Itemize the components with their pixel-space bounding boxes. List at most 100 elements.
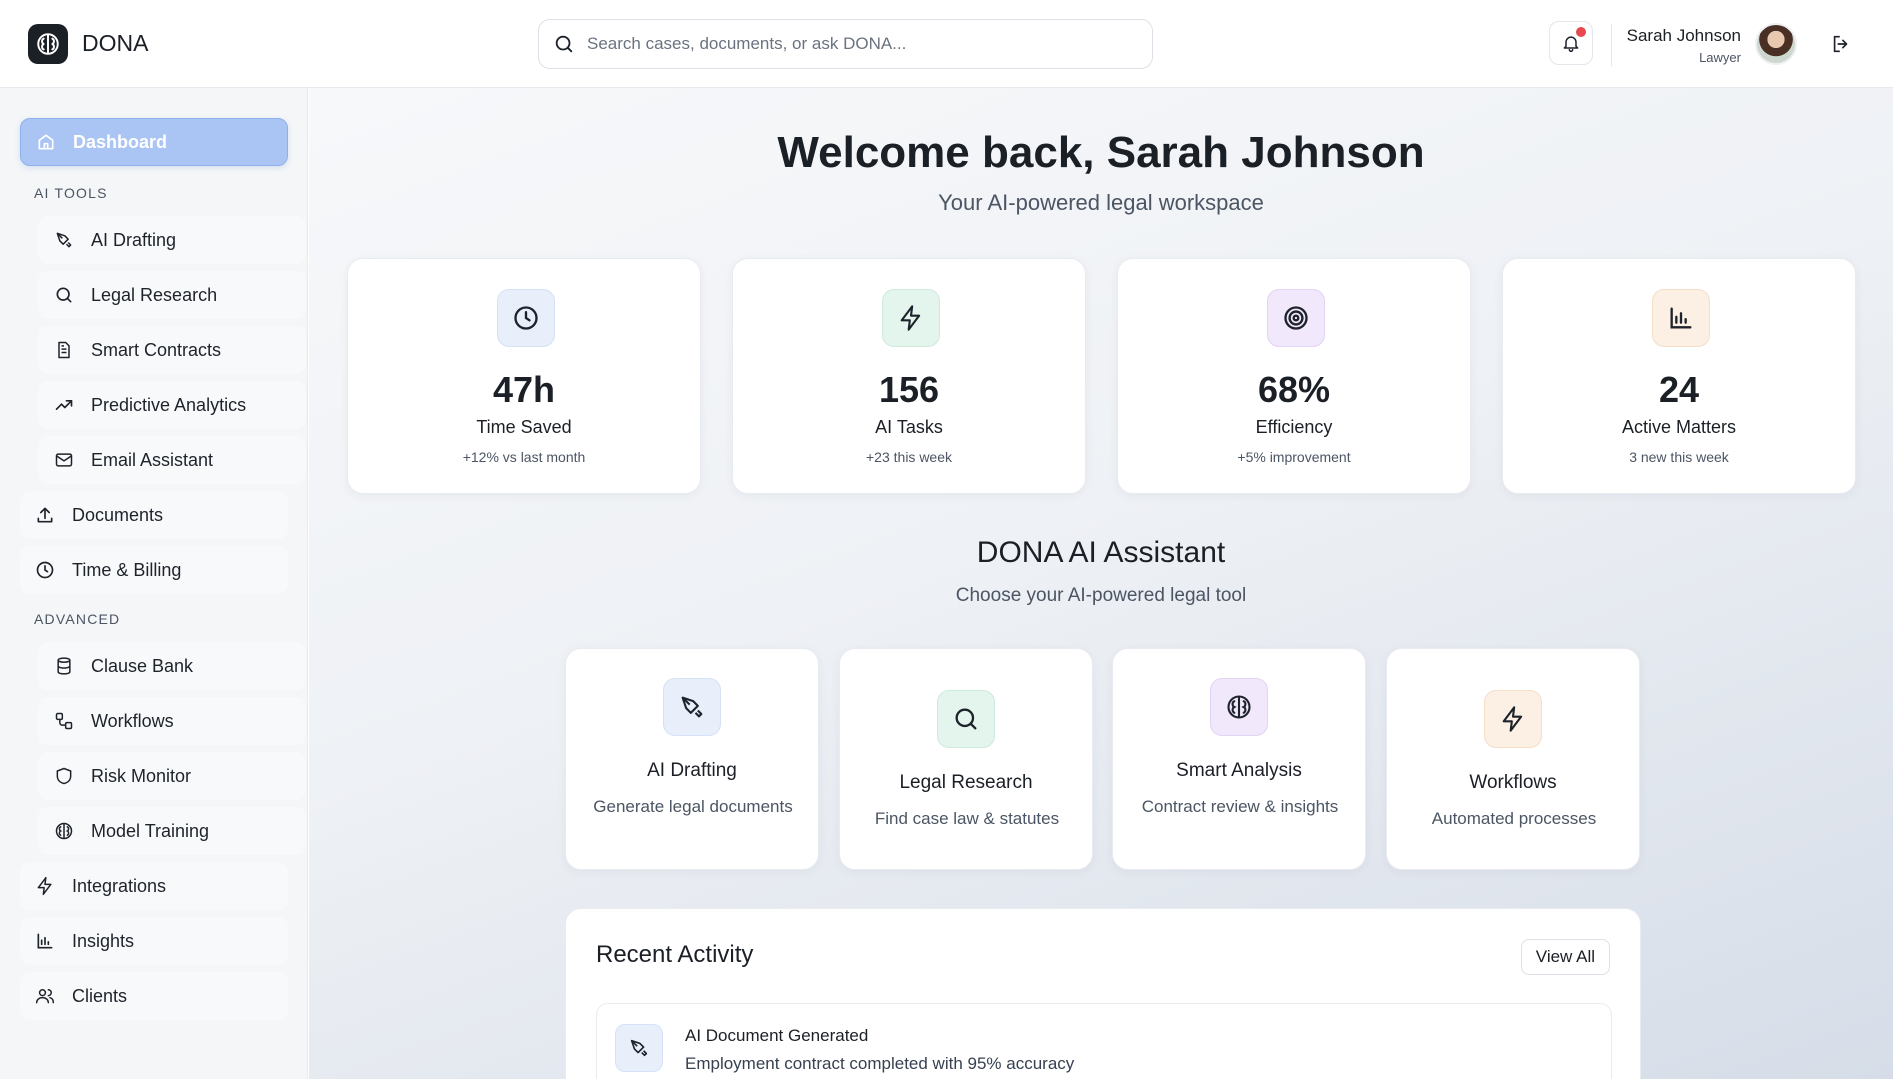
clock-icon (514, 306, 538, 330)
tool-description: Generate legal documents (593, 797, 793, 816)
sidebar-item-label: Dashboard (73, 131, 168, 152)
global-search[interactable] (538, 19, 1153, 69)
activity-title: AI Document Generated (685, 1026, 869, 1045)
sidebar-item-label: Integrations (72, 875, 167, 896)
stat-change: +12% vs last month (462, 449, 586, 465)
tool-title: AI Drafting (647, 760, 737, 781)
stat-card-active-matters: 24 Active Matters 3 new this week (1502, 258, 1856, 494)
header-divider (1611, 24, 1612, 66)
sidebar-item-legal-research[interactable]: Legal Research (38, 271, 306, 319)
logout-button[interactable] (1830, 33, 1852, 55)
section-label-advanced: ADVANCED (34, 611, 121, 627)
sidebar-item-dashboard[interactable]: Dashboard (20, 118, 288, 166)
brain-icon (1227, 695, 1251, 719)
search-icon (955, 708, 977, 730)
sidebar-item-model-training[interactable]: Model Training (38, 807, 306, 855)
trending-up-icon (55, 400, 73, 410)
stat-value: 156 (878, 369, 940, 410)
shield-icon (56, 767, 72, 785)
assistant-subtitle: Choose your AI-powered legal tool (955, 585, 1247, 606)
search-input[interactable] (587, 34, 1127, 54)
assistant-title: DONA AI Assistant (976, 536, 1226, 569)
tool-card-workflows[interactable]: Workflows Automated processes (1386, 648, 1640, 870)
recent-activity-panel: Recent Activity View All AI Document Gen… (565, 908, 1641, 1079)
upload-icon (37, 507, 53, 523)
page-title: Welcome back, Sarah Johnson (777, 128, 1425, 177)
user-name[interactable]: Sarah Johnson (1627, 26, 1741, 46)
target-icon (1284, 306, 1308, 330)
brain-icon (55, 822, 73, 840)
sidebar-item-label: Legal Research (91, 284, 218, 305)
sidebar-item-time-billing[interactable]: Time & Billing (20, 546, 288, 594)
sidebar-item-risk-monitor[interactable]: Risk Monitor (38, 752, 306, 800)
bar-chart-icon (1670, 307, 1692, 329)
notifications-button[interactable] (1549, 21, 1593, 65)
notification-dot (1576, 27, 1586, 37)
sidebar-item-email-assistant[interactable]: Email Assistant (38, 436, 306, 484)
stat-change: +5% improvement (1237, 449, 1351, 465)
sidebar-item-workflows[interactable]: Workflows (38, 697, 306, 745)
tool-title: Smart Analysis (1176, 760, 1302, 781)
sidebar-item-label: Time & Billing (72, 559, 182, 580)
bar-chart-icon (37, 933, 53, 949)
database-icon (57, 657, 71, 675)
stat-card-ai-tasks: 156 AI Tasks +23 this week (732, 258, 1086, 494)
tool-card-legal-research[interactable]: Legal Research Find case law & statutes (839, 648, 1093, 870)
activity-description: Employment contract completed with 95% a… (685, 1054, 1075, 1073)
pen-tool-icon (630, 1039, 648, 1057)
sidebar-item-label: Model Training (91, 820, 210, 841)
clock-icon (36, 561, 54, 579)
sidebar-item-clients[interactable]: Clients (20, 972, 288, 1020)
tool-title: Workflows (1469, 772, 1557, 793)
zap-icon (900, 305, 921, 331)
sidebar-item-documents[interactable]: Documents (20, 491, 288, 539)
stat-value: 47h (492, 369, 556, 410)
users-icon (35, 989, 55, 1004)
stat-change: 3 new this week (1629, 449, 1729, 465)
sidebar-item-insights[interactable]: Insights (20, 917, 288, 965)
home-icon (38, 134, 54, 150)
brand-name: DONA (82, 30, 149, 56)
avatar[interactable] (1755, 23, 1797, 65)
page-subtitle: Your AI-powered legal workspace (938, 190, 1264, 215)
sidebar-item-clause-bank[interactable]: Clause Bank (38, 642, 306, 690)
sidebar-item-integrations[interactable]: Integrations (20, 862, 288, 910)
stat-label: AI Tasks (875, 417, 943, 437)
stat-label: Efficiency (1255, 417, 1333, 437)
zap-icon (1502, 706, 1523, 732)
top-header: DONA Sarah Johnson Lawyer (0, 0, 1893, 88)
sidebar-item-label: Documents (72, 504, 164, 525)
zap-icon (37, 876, 52, 896)
sidebar-item-predictive-analytics[interactable]: Predictive Analytics (38, 381, 306, 429)
pen-tool-icon (56, 232, 72, 248)
sidebar-item-label: Smart Contracts (91, 339, 222, 360)
tool-card-smart-analysis[interactable]: Smart Analysis Contract review & insight… (1112, 648, 1366, 870)
list-item[interactable]: AI Document Generated Employment contrac… (596, 1003, 1612, 1079)
sidebar-item-label: Insights (72, 930, 135, 951)
pen-tool-icon (681, 696, 703, 718)
stat-label: Active Matters (1621, 417, 1737, 437)
sidebar: Dashboard AI TOOLS AI Drafting Legal Res… (0, 88, 308, 1079)
sidebar-item-label: AI Drafting (91, 229, 177, 250)
stat-card-time-saved: 47h Time Saved +12% vs last month (347, 258, 701, 494)
user-role: Lawyer (1699, 50, 1741, 65)
logo[interactable] (28, 24, 68, 64)
sidebar-item-label: Predictive Analytics (91, 394, 247, 415)
stat-card-efficiency: 68% Efficiency +5% improvement (1117, 258, 1471, 494)
tool-title: Legal Research (899, 772, 1033, 793)
logout-icon (1833, 35, 1848, 53)
sidebar-item-ai-drafting[interactable]: AI Drafting (38, 216, 306, 264)
brain-icon (37, 33, 59, 55)
tool-card-ai-drafting[interactable]: AI Drafting Generate legal documents (565, 648, 819, 870)
mail-icon (55, 453, 73, 467)
workflow-icon (55, 712, 73, 730)
search-icon (555, 35, 573, 53)
sidebar-item-label: Clause Bank (91, 655, 194, 676)
main-content: Welcome back, Sarah Johnson Your AI-powe… (309, 88, 1893, 1079)
sidebar-item-smart-contracts[interactable]: Smart Contracts (38, 326, 306, 374)
sidebar-item-label: Workflows (91, 710, 174, 731)
section-title: Recent Activity (596, 941, 754, 968)
stat-value: 24 (1658, 369, 1700, 410)
view-all-button[interactable]: View All (1520, 939, 1610, 975)
tool-description: Find case law & statutes (874, 809, 1060, 828)
